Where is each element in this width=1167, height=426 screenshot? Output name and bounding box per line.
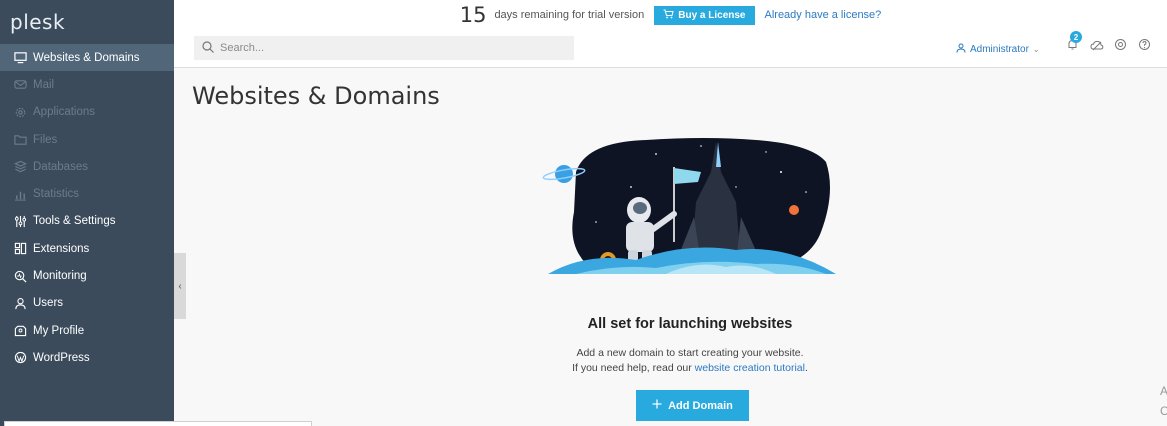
sidebar-item-label: Databases [33, 160, 88, 173]
folder-icon [14, 133, 27, 146]
logo-text: plesk [10, 10, 66, 34]
sidebar-collapse-handle[interactable]: ‹ [174, 253, 186, 319]
buy-license-label: Buy a License [678, 9, 746, 21]
database-icon [14, 160, 27, 173]
cart-icon [663, 9, 674, 22]
search-placeholder: Search... [220, 42, 265, 54]
offscreen-text-fragment: C [1160, 404, 1167, 418]
page-title: Websites & Domains [192, 82, 440, 110]
notification-badge: 2 [1070, 31, 1082, 43]
sidebar-item-label: Extensions [33, 242, 90, 255]
bar-chart-icon [14, 188, 27, 201]
mail-icon [14, 78, 27, 91]
sidebar-item-websites-domains[interactable]: Websites & Domains [0, 44, 174, 72]
sidebar-item-tools-settings[interactable]: Tools & Settings [0, 208, 174, 235]
user-icon [14, 297, 27, 310]
sidebar-item-monitoring[interactable]: Monitoring [0, 262, 174, 289]
sidebar-item-files: Files [0, 126, 174, 153]
cloud-icon [1089, 38, 1104, 56]
monitor-icon [14, 51, 27, 64]
sidebar-item-statistics: Statistics [0, 180, 174, 207]
search-icon [202, 40, 214, 56]
puzzle-icon [14, 242, 27, 255]
user-icon [956, 43, 966, 56]
empty-line2-prefix: If you need help, read our [572, 362, 692, 374]
empty-state-line-1: Add a new domain to start creating your … [576, 347, 804, 359]
cloud-button[interactable] [1089, 38, 1104, 56]
offscreen-text-fragment: A [1160, 384, 1167, 398]
empty-state-description: Add a new domain to start creating your … [484, 346, 896, 376]
help-icon [1138, 38, 1151, 56]
sidebar-item-label: Tools & Settings [33, 215, 116, 228]
tools-icon [14, 215, 27, 228]
add-domain-label: Add Domain [668, 399, 733, 412]
wordpress-icon [14, 351, 27, 364]
sidebar-item-databases: Databases [0, 153, 174, 180]
plesk-logo[interactable]: plesk [0, 0, 174, 44]
monitoring-icon [14, 270, 27, 283]
buy-license-button[interactable]: Buy a License [654, 5, 755, 25]
gear-icon [14, 106, 27, 119]
empty-line2-suffix: . [804, 362, 808, 374]
profile-icon [14, 324, 27, 337]
header-icons: 2 [1066, 31, 1151, 56]
sidebar-item-mail: Mail [0, 71, 174, 98]
trial-bar: 15 days remaining for trial version Buy … [174, 0, 1167, 30]
search-input[interactable]: Search... [194, 36, 574, 60]
sidebar-item-label: Users [33, 297, 64, 310]
user-menu[interactable]: Administrator ⌄ [956, 43, 1040, 56]
top-header: Search... Administrator ⌄ 2 [174, 30, 1167, 68]
sidebar-item-wordpress[interactable]: WordPress [0, 344, 174, 371]
chevron-down-icon: ⌄ [1032, 45, 1040, 54]
plus-icon [652, 399, 662, 412]
lifebuoy-icon [1114, 38, 1127, 56]
trial-days-count: 15 [459, 3, 487, 27]
sidebar-item-label: Monitoring [33, 270, 87, 283]
website-creation-tutorial-link[interactable]: website creation tutorial [695, 362, 805, 374]
empty-state-line-2: If you need help, read our website creat… [484, 361, 896, 376]
help-button[interactable] [1138, 38, 1151, 56]
sidebar-item-label: My Profile [33, 324, 85, 337]
chevron-left-icon: ‹ [178, 280, 182, 292]
tutorials-button[interactable] [1114, 38, 1127, 56]
sidebar-item-label: Mail [33, 78, 55, 91]
notifications-button[interactable]: 2 [1066, 31, 1082, 53]
sidebar-item-label: Websites & Domains [33, 51, 140, 64]
sidebar-item-applications: Applications [0, 99, 174, 126]
user-name: Administrator [970, 44, 1029, 55]
sidebar-item-label: Applications [33, 106, 96, 119]
sidebar-item-my-profile[interactable]: My Profile [0, 317, 174, 344]
sidebar-item-label: Files [33, 133, 58, 146]
empty-state-title: All set for launching websites [587, 316, 793, 332]
add-domain-button[interactable]: Add Domain [636, 390, 749, 421]
sidebar-item-label: WordPress [33, 351, 90, 364]
bottom-popup-edge [4, 421, 312, 426]
sidebar-item-label: Statistics [33, 188, 80, 201]
sidebar-item-extensions[interactable]: Extensions [0, 235, 174, 262]
sidebar-item-users[interactable]: Users [0, 290, 174, 317]
already-have-license-link[interactable]: Already have a license? [765, 9, 882, 21]
sidebar: plesk Websites & Domains Mail Applicatio… [0, 0, 174, 426]
astronaut-illustration [536, 132, 862, 284]
trial-days-text: days remaining for trial version [494, 9, 645, 21]
